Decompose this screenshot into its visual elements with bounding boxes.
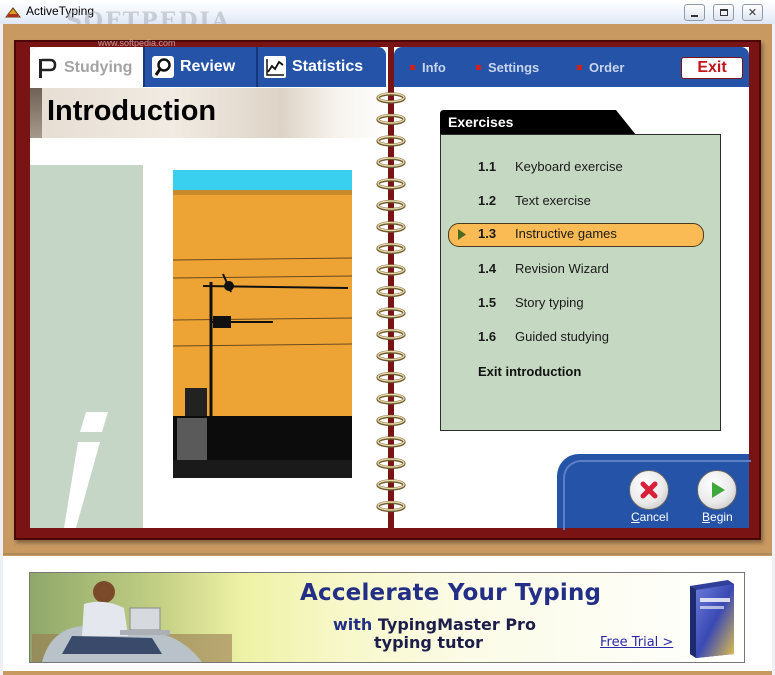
exercise-item-keyboard[interactable]: 1.1 Keyboard exercise — [449, 156, 705, 178]
exercise-label: Revision Wizard — [515, 261, 609, 276]
play-arrow-icon — [458, 229, 466, 240]
spiral-ring — [376, 414, 406, 427]
spiral-ring — [376, 135, 406, 147]
exercise-number: 1.6 — [478, 329, 497, 344]
spiral-ring — [376, 500, 406, 513]
spiral-ring — [376, 328, 406, 341]
exercise-number: 1.3 — [478, 226, 497, 241]
divider — [3, 553, 772, 555]
exit-introduction-link[interactable]: Exit introduction — [478, 364, 581, 379]
exercise-label: Keyboard exercise — [515, 159, 623, 174]
exercise-item-games[interactable]: 1.3 Instructive games — [448, 223, 704, 247]
line-chart-icon — [264, 56, 286, 78]
spiral-ring — [376, 199, 406, 212]
ad-person-image — [32, 581, 232, 662]
spiral-ring — [376, 242, 406, 255]
exercise-item-story[interactable]: 1.5 Story typing — [449, 292, 705, 314]
begin-caption[interactable]: Begin — [702, 510, 733, 524]
spiral-ring — [376, 307, 406, 319]
cancel-button[interactable] — [629, 470, 669, 510]
tab-studying[interactable]: Studying — [30, 47, 143, 89]
spiral-ring — [376, 221, 406, 233]
exercise-label: Instructive games — [515, 226, 617, 241]
minimize-icon — [691, 14, 698, 17]
play-icon — [712, 482, 725, 498]
spiral-binding — [376, 92, 406, 513]
bullet-icon — [476, 65, 481, 70]
tab-review-label: Review — [180, 58, 236, 75]
close-icon: ✕ — [747, 6, 758, 19]
caption-text: ancel — [639, 510, 669, 524]
maximize-icon — [719, 9, 728, 16]
exercise-number: 1.1 — [478, 159, 497, 174]
mnemonic-letter: B — [702, 510, 711, 524]
exercise-number: 1.2 — [478, 193, 497, 208]
app-icon — [5, 7, 21, 18]
spiral-ring — [376, 156, 406, 169]
studying-flag-icon — [39, 58, 57, 78]
spiral-ring — [376, 92, 406, 104]
info-letter-icon — [64, 412, 108, 528]
nav-info-label: Info — [422, 60, 446, 75]
spiral-ring — [376, 393, 406, 405]
tab-studying-label: Studying — [64, 59, 133, 76]
tab-statistics-label: Statistics — [292, 58, 364, 75]
nav-order[interactable]: Order — [577, 60, 624, 75]
spiral-ring — [376, 371, 406, 384]
tab-divider — [143, 47, 145, 87]
exercise-number: 1.5 — [478, 295, 497, 310]
exit-button[interactable]: Exit — [681, 57, 743, 79]
tab-review[interactable]: Review — [146, 47, 254, 87]
exercise-item-text[interactable]: 1.2 Text exercise — [449, 190, 705, 212]
ad-product-name: TypingMaster Pro — [377, 615, 536, 634]
spiral-ring — [376, 285, 406, 298]
spiral-ring — [376, 350, 406, 362]
exercise-item-guided[interactable]: 1.6 Guided studying — [449, 326, 705, 348]
exercise-label: Guided studying — [515, 329, 609, 344]
tab-statistics[interactable]: Statistics — [258, 47, 386, 87]
close-button[interactable]: ✕ — [742, 4, 763, 21]
exercise-item-revision[interactable]: 1.4 Revision Wizard — [449, 258, 705, 280]
mnemonic-letter: C — [631, 510, 640, 524]
spiral-ring — [376, 479, 406, 491]
nav-settings[interactable]: Settings — [476, 60, 539, 75]
ad-subline: with TypingMaster Pro — [333, 615, 536, 634]
nav-info[interactable]: Info — [410, 60, 446, 75]
nav-order-label: Order — [589, 60, 625, 75]
page-title: Introduction — [47, 95, 217, 127]
cancel-caption[interactable]: Cancel — [631, 510, 668, 524]
cancel-x-icon — [640, 481, 658, 499]
begin-button[interactable] — [697, 470, 737, 510]
spiral-ring — [376, 436, 406, 448]
decorative-photo — [173, 170, 352, 478]
ad-with: with — [333, 615, 373, 634]
free-trial-link[interactable]: Free Trial > — [600, 635, 673, 650]
magnifier-icon — [152, 56, 174, 78]
exercise-number: 1.4 — [478, 261, 497, 276]
bullet-icon — [410, 65, 415, 70]
title-bar[interactable]: ActiveTyping SOFTPEDIA ✕ — [0, 0, 775, 34]
ad-subline-2: typing tutor — [374, 633, 483, 652]
bullet-icon — [577, 65, 582, 70]
spiral-ring — [376, 457, 406, 470]
product-box-image — [690, 580, 734, 658]
minimize-button[interactable] — [684, 4, 705, 21]
spiral-ring — [376, 113, 406, 126]
caption-text: egin — [710, 510, 733, 524]
exercises-heading: Exercises — [448, 114, 514, 130]
watermark-url: www.softpedia.com — [98, 38, 176, 48]
maximize-button[interactable] — [713, 4, 734, 21]
exercise-label: Text exercise — [515, 193, 591, 208]
nav-settings-label: Settings — [488, 60, 540, 75]
ad-headline: Accelerate Your Typing — [300, 580, 602, 606]
exercises-panel — [440, 134, 721, 431]
exercise-label: Story typing — [515, 295, 584, 310]
spiral-ring — [376, 264, 406, 276]
spiral-ring — [376, 178, 406, 190]
